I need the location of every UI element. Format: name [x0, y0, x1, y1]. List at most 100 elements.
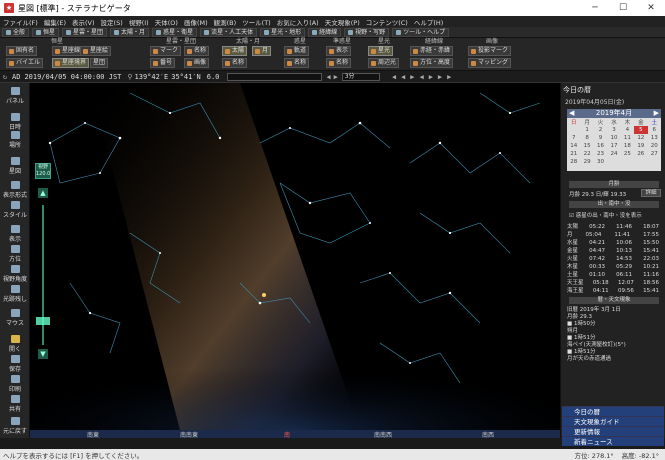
view-button[interactable]: 表示 — [0, 225, 30, 243]
print-button[interactable]: 印刷 — [0, 375, 30, 393]
undo-button[interactable]: 元に戻す — [0, 417, 30, 435]
menu-view[interactable]: 表示(V) — [72, 17, 95, 27]
sun-button[interactable]: 太陽 — [222, 46, 248, 56]
next-month-icon[interactable]: ▶ — [654, 109, 661, 118]
planet-name-button[interactable]: 名称 — [284, 58, 310, 68]
label-icon — [9, 60, 14, 66]
menu-settings[interactable]: 設定(S) — [101, 17, 123, 27]
trail-button[interactable]: 光跡残し — [0, 285, 30, 303]
nav-phenomena-guide[interactable]: 天文現象ガイド — [562, 416, 664, 426]
moon-button[interactable]: 月 — [252, 46, 272, 56]
play-icon[interactable]: ▶ — [334, 73, 338, 81]
sunmoon-name-button[interactable]: 名称 — [222, 58, 248, 68]
star-cluster-button[interactable]: 星団 — [90, 58, 109, 68]
image-mapping-button[interactable]: マッピング — [468, 58, 512, 68]
tab-gridlines[interactable]: 経緯線 — [308, 27, 342, 37]
tab-terrain[interactable]: 星光・地形 — [260, 27, 306, 37]
location-button[interactable]: 場所 — [0, 131, 30, 149]
clock-icon — [10, 113, 20, 121]
latitude-field[interactable]: 35°41′N — [171, 73, 201, 81]
style-button[interactable]: スタイル — [0, 201, 30, 219]
calendar-today[interactable]: 5 — [634, 126, 648, 134]
playback-controls-icon[interactable]: ◀◀▶◀▶▶▶ — [392, 73, 457, 81]
zoom-in-icon[interactable]: ▲ — [38, 188, 48, 198]
stepback-icon[interactable]: ◀ — [326, 73, 330, 81]
bayer-button[interactable]: バイエル — [6, 58, 43, 68]
menu-favorites[interactable]: お気に入り(A) — [277, 17, 319, 27]
angle-icon — [10, 265, 20, 273]
save-button[interactable]: 保存 — [0, 355, 30, 373]
menu-phenomena[interactable]: 天文現象(P) — [325, 17, 360, 27]
star-icon — [36, 29, 42, 35]
direction-s: 南 — [284, 432, 291, 439]
magnitude-field[interactable]: 6.0 — [207, 73, 220, 81]
menu-help[interactable]: ヘルプ(H) — [414, 17, 443, 27]
planet-marker[interactable] — [262, 293, 266, 297]
datetime-button[interactable]: 日時 — [0, 113, 30, 131]
image-mark-button[interactable]: 投影マーク — [468, 46, 512, 56]
constellation-line-button[interactable]: 星座線 — [52, 46, 84, 56]
tab-nebula[interactable]: 星雲・星団 — [62, 27, 108, 37]
menu-image[interactable]: 画像(M) — [184, 17, 208, 27]
prev-month-icon[interactable]: ◀ — [567, 109, 574, 118]
rise-set-checkbox[interactable]: ☑ 惑星の出・南中・没を表示 — [569, 211, 642, 219]
menu-observe[interactable]: 観測(B) — [214, 17, 237, 27]
tab-fov[interactable]: 視野・写野 — [344, 27, 390, 37]
grid-icon — [413, 60, 418, 66]
menu-fov[interactable]: 視野(I) — [129, 17, 149, 27]
share-button[interactable]: 共有 — [0, 395, 30, 413]
zoom-out-icon[interactable]: ▼ — [38, 349, 48, 359]
starmap-button[interactable]: 星図 — [0, 157, 30, 175]
datetime-field[interactable]: 2019/04/05 04:00:00 JST — [24, 73, 121, 81]
display-format-button[interactable]: 表示形式 — [0, 181, 30, 199]
save-icon — [10, 355, 20, 363]
tab-general[interactable]: 全般 — [2, 27, 30, 37]
grid-altaz-button[interactable]: 方位・高度 — [410, 58, 454, 68]
tab-meteors[interactable]: 流星・人工天体 — [200, 27, 258, 37]
close-button[interactable]: ✕ — [637, 0, 665, 16]
moonage-detail-button[interactable]: 詳細 — [641, 189, 661, 197]
print-icon — [10, 375, 20, 383]
nav-news[interactable]: 新着ニュース — [562, 436, 664, 446]
nebula-number-button[interactable]: 番号 — [150, 58, 176, 68]
nav-updates[interactable]: 更新情報 — [562, 426, 664, 436]
zoom-slider-thumb[interactable] — [36, 317, 50, 325]
planet-orbit-button[interactable]: 軌道 — [284, 46, 310, 56]
aurora-button[interactable]: 星光 — [368, 46, 394, 56]
tab-sunmoon[interactable]: 太陽・月 — [110, 27, 150, 37]
mouse-button[interactable]: マウス — [0, 309, 30, 327]
minor-name-button[interactable]: 名称 — [326, 58, 352, 68]
location-pin-icon[interactable]: ⚲ — [127, 73, 132, 81]
sky-canvas[interactable] — [30, 83, 560, 430]
nebula-mark-button[interactable]: マーク — [150, 46, 182, 56]
star-name-button[interactable]: 固有名 — [6, 46, 38, 56]
constellation-picture-button[interactable]: 星座絵 — [80, 46, 112, 56]
maximize-button[interactable]: ☐ — [609, 0, 637, 16]
constellation-border-button[interactable]: 星座境界 — [52, 58, 90, 68]
nebula-name-button[interactable]: 名称 — [184, 46, 210, 56]
menu-edit[interactable]: 編集(E) — [44, 17, 66, 27]
sun-icon — [114, 29, 120, 35]
nav-today-calendar[interactable]: 今日の暦 — [562, 406, 664, 416]
menu-tools[interactable]: ツール(T) — [242, 17, 271, 27]
menu-file[interactable]: ファイル(F) — [3, 17, 38, 27]
sky-view[interactable]: 視野 120.0 ▲ ▼ — [30, 83, 560, 430]
tab-planets[interactable]: 惑星・衛星 — [152, 27, 198, 37]
menu-object[interactable]: 天体(O) — [155, 17, 178, 27]
ambient-light-button[interactable]: 周辺光 — [368, 58, 400, 68]
menu-contents[interactable]: コンテンツ(C) — [366, 17, 408, 27]
longitude-field[interactable]: 139°42′E — [135, 73, 169, 81]
panel-button[interactable]: パネル — [0, 87, 30, 105]
minimize-button[interactable]: ─ — [581, 0, 609, 16]
refresh-icon[interactable]: ↻ — [0, 73, 10, 81]
timestep-select[interactable]: 3分 — [341, 72, 380, 81]
nebula-photo-button[interactable]: 画像 — [184, 58, 210, 68]
open-button[interactable]: 開く — [0, 335, 30, 353]
tab-stars[interactable]: 恒星 — [32, 27, 60, 37]
minor-display-button[interactable]: 表示 — [326, 46, 352, 56]
direction-button[interactable]: 方位 — [0, 245, 30, 263]
grid-radec-button[interactable]: 赤経・赤緯 — [410, 46, 454, 56]
fov-angle-button[interactable]: 視野角度 — [0, 265, 30, 283]
tab-tools[interactable]: ツール・ヘルプ — [392, 27, 450, 37]
object-search-input[interactable] — [227, 72, 323, 81]
